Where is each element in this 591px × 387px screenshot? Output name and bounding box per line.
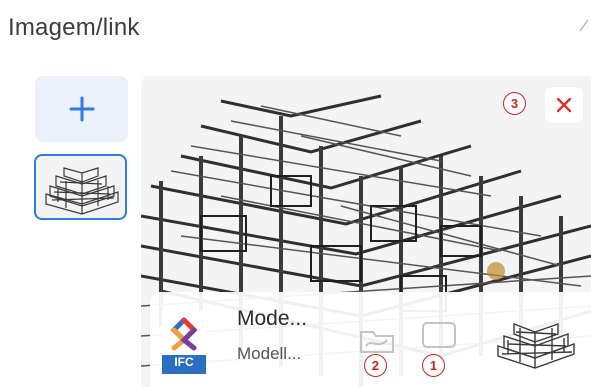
marker-2: 2 bbox=[364, 354, 387, 377]
close-icon bbox=[556, 97, 572, 113]
file-subtitle: Modell... bbox=[237, 344, 302, 363]
window-icon[interactable] bbox=[420, 320, 458, 352]
file-name: Mode... bbox=[237, 307, 308, 330]
building-model-thumbnail bbox=[45, 167, 119, 215]
marker-1: 1 bbox=[422, 354, 445, 377]
add-image-button[interactable] bbox=[35, 76, 128, 142]
plus-icon bbox=[69, 96, 94, 122]
folder-icon[interactable] bbox=[357, 324, 397, 356]
section-title: Imagem/link bbox=[8, 14, 140, 41]
remove-image-button[interactable] bbox=[545, 87, 583, 123]
image-thumbnail[interactable] bbox=[34, 154, 127, 220]
chevron-icon[interactable] bbox=[579, 18, 589, 32]
building-model-mini-icon bbox=[497, 322, 575, 369]
ifc-badge-label: IFC bbox=[174, 355, 194, 369]
marker-3: 3 bbox=[503, 92, 526, 115]
